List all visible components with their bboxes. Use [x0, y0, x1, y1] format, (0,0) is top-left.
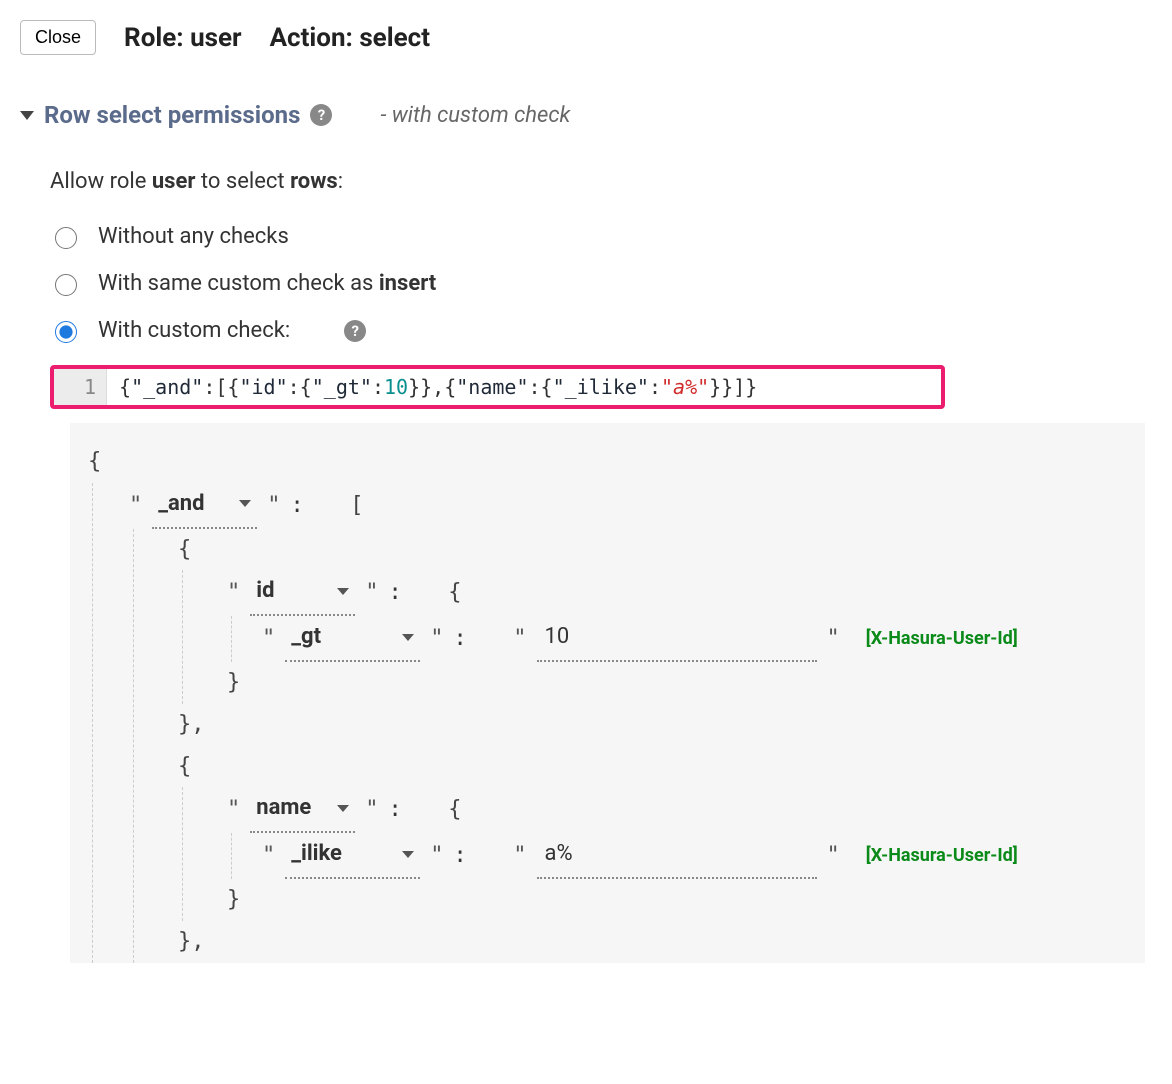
- header-role: Role: user: [124, 23, 242, 53]
- brace-close: }: [227, 662, 1127, 704]
- colon: :: [454, 835, 467, 877]
- quote: ": [827, 835, 840, 877]
- chevron-down-icon: [337, 805, 349, 812]
- role-value: user: [190, 23, 241, 53]
- brace-open: {: [448, 572, 461, 614]
- brace-close-comma: },: [178, 704, 1127, 746]
- radio-same-as-insert-input[interactable]: [55, 274, 77, 296]
- operator-select-ilike[interactable]: _ilike: [285, 833, 420, 879]
- quote: ": [827, 618, 840, 660]
- column-select-name[interactable]: name: [250, 787, 355, 833]
- colon: :: [291, 485, 304, 527]
- quote: ": [262, 835, 275, 877]
- brace-open: {: [178, 746, 1127, 788]
- section-suffix: - with custom check: [380, 103, 570, 128]
- brace-open: {: [448, 789, 461, 831]
- radio-custom-check-label: With custom check:: [98, 318, 290, 343]
- hasura-user-id-link[interactable]: [X-Hasura-User-Id]: [866, 622, 1018, 656]
- close-button[interactable]: Close: [20, 20, 96, 55]
- permission-builder: { " _and " : [ { " id: [70, 423, 1145, 963]
- action-value: select: [359, 23, 430, 53]
- radio-same-as-insert[interactable]: With same custom check as insert: [50, 271, 1152, 296]
- radio-same-as-insert-label: With same custom check as insert: [98, 271, 436, 296]
- section-header[interactable]: Row select permissions ? - with custom c…: [20, 101, 1152, 129]
- quote: ": [430, 835, 443, 877]
- column-select-id[interactable]: id: [250, 570, 355, 616]
- brace-close-comma: },: [178, 921, 1127, 963]
- quote: ": [227, 789, 240, 831]
- value-input-ilike[interactable]: a%: [537, 833, 817, 879]
- quote: ": [365, 789, 378, 831]
- quote: ": [513, 618, 526, 660]
- role-label: Role:: [124, 23, 184, 53]
- line-number: 1: [54, 369, 107, 405]
- colon: :: [389, 789, 402, 831]
- chevron-down-icon: [20, 111, 34, 120]
- colon: :: [454, 618, 467, 660]
- operator-select-gt[interactable]: _gt: [285, 616, 420, 662]
- radio-custom-check-input[interactable]: [55, 321, 77, 343]
- json-editor[interactable]: 1 {"_and":[{"id":{"_gt":10}},{"name":{"_…: [50, 365, 945, 409]
- chevron-down-icon: [337, 588, 349, 595]
- chevron-down-icon: [239, 500, 251, 507]
- brace-close: }: [227, 879, 1127, 921]
- radio-no-checks-label: Without any checks: [98, 224, 289, 249]
- bracket-open: [: [350, 485, 363, 527]
- quote: ": [430, 618, 443, 660]
- allow-text: Allow role user to select rows:: [50, 169, 1152, 194]
- code-line[interactable]: {"_and":[{"id":{"_gt":10}},{"name":{"_il…: [107, 369, 769, 405]
- quote: ": [267, 485, 280, 527]
- radio-no-checks-input[interactable]: [55, 227, 77, 249]
- operator-select-and[interactable]: _and: [152, 483, 257, 529]
- section-title: Row select permissions: [44, 101, 300, 129]
- quote: ": [262, 618, 275, 660]
- brace-open: {: [88, 441, 1127, 483]
- help-icon[interactable]: ?: [310, 104, 332, 126]
- header-action: Action: select: [270, 23, 430, 53]
- brace-open: {: [178, 529, 1127, 571]
- help-icon[interactable]: ?: [344, 320, 366, 342]
- quote: ": [129, 485, 142, 527]
- radio-no-checks[interactable]: Without any checks: [50, 224, 1152, 249]
- quote: ": [227, 572, 240, 614]
- value-input-gt[interactable]: 10: [537, 616, 817, 662]
- radio-custom-check[interactable]: With custom check: ?: [50, 318, 1152, 343]
- quote: ": [513, 835, 526, 877]
- colon: :: [389, 572, 402, 614]
- hasura-user-id-link[interactable]: [X-Hasura-User-Id]: [866, 839, 1018, 873]
- action-label: Action:: [270, 23, 353, 53]
- chevron-down-icon: [402, 851, 414, 858]
- chevron-down-icon: [402, 634, 414, 641]
- quote: ": [365, 572, 378, 614]
